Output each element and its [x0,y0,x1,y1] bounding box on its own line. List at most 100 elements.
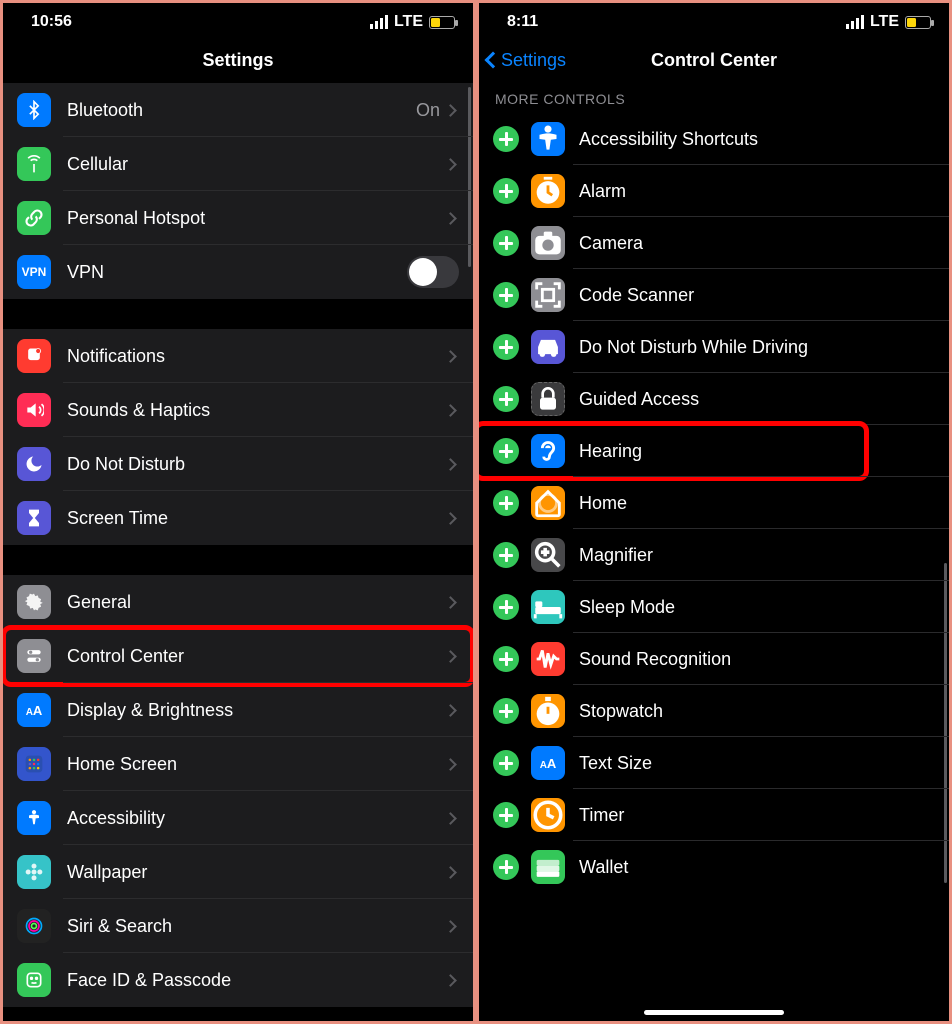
row-label: Notifications [67,346,446,367]
add-button[interactable] [493,854,519,880]
row-label: Home Screen [67,754,446,775]
back-button[interactable]: Settings [487,37,566,83]
add-button[interactable] [493,386,519,412]
row-label: Do Not Disturb [67,454,446,475]
wallpaper-icon [17,855,51,889]
row-label: Siri & Search [67,916,446,937]
control-label: Do Not Disturb While Driving [579,337,808,358]
accessibility-icon [17,801,51,835]
battery-icon [429,16,455,29]
control-label: Home [579,493,627,514]
settings-row-screentime[interactable]: Screen Time [3,491,473,545]
control-label: Camera [579,233,643,254]
home-indicator[interactable] [644,1010,784,1015]
sleep-mode-icon [531,590,565,624]
status-right: LTE [370,13,455,31]
settings-row-sounds[interactable]: Sounds & Haptics [3,383,473,437]
settings-row-hotspot[interactable]: Personal Hotspot [3,191,473,245]
chevron-right-icon [444,650,457,663]
code-scanner-icon [531,278,565,312]
add-button[interactable] [493,802,519,828]
page-title: Settings [202,50,273,71]
row-label: Face ID & Passcode [67,970,446,991]
timer-icon [531,798,565,832]
chevron-right-icon [444,458,457,471]
settings-row-cellular[interactable]: Cellular [3,137,473,191]
add-button[interactable] [493,230,519,256]
control-label: Accessibility Shortcuts [579,129,758,150]
control-label: Hearing [579,441,642,462]
homescreen-icon [17,747,51,781]
battery-icon [905,16,931,29]
vpn-toggle[interactable] [407,256,459,288]
settings-row-bluetooth[interactable]: BluetoothOn [3,83,473,137]
chevron-right-icon [444,974,457,987]
chevron-right-icon [444,104,457,117]
chevron-right-icon [444,512,457,525]
hotspot-icon [17,201,51,235]
status-bar: 8:11 LTE [479,3,949,37]
chevron-right-icon [444,812,457,825]
chevron-left-icon [485,52,502,69]
siri-icon [17,909,51,943]
chevron-right-icon [444,596,457,609]
add-button[interactable] [493,490,519,516]
control-label: Timer [579,805,624,826]
add-button[interactable] [493,438,519,464]
settings-row-display[interactable]: AADisplay & Brightness [3,683,473,737]
add-button[interactable] [493,178,519,204]
add-button[interactable] [493,334,519,360]
control-row-camera: Camera [479,217,949,269]
guided-access-icon [531,382,565,416]
settings-row-wallpaper[interactable]: Wallpaper [3,845,473,899]
settings-row-notifications[interactable]: Notifications [3,329,473,383]
settings-row-faceid[interactable]: Face ID & Passcode [3,953,473,1007]
add-button[interactable] [493,698,519,724]
settings-list[interactable]: BluetoothOnCellularPersonal HotspotVPNVP… [3,83,473,1011]
network-label: LTE [394,13,423,31]
controlcenter-icon [17,639,51,673]
settings-row-accessibility[interactable]: Accessibility [3,791,473,845]
chevron-right-icon [444,350,457,363]
settings-row-vpn[interactable]: VPN VPN [3,245,473,299]
control-row-sleep-mode: Sleep Mode [479,581,949,633]
back-label: Settings [501,50,566,71]
settings-row-controlcenter[interactable]: Control Center [3,629,473,683]
add-button[interactable] [493,282,519,308]
stopwatch-icon [531,694,565,728]
row-label: Screen Time [67,508,446,529]
control-label: Text Size [579,753,652,774]
control-label: Guided Access [579,389,699,410]
vpn-icon: VPN [17,255,51,289]
settings-row-dnd[interactable]: Do Not Disturb [3,437,473,491]
section-header: MORE CONTROLS [479,83,949,113]
settings-row-siri[interactable]: Siri & Search [3,899,473,953]
nav-header: Settings [3,37,473,83]
magnifier-icon [531,538,565,572]
add-button[interactable] [493,126,519,152]
control-row-code-scanner: Code Scanner [479,269,949,321]
add-button[interactable] [493,646,519,672]
add-button[interactable] [493,542,519,568]
settings-row-homescreen[interactable]: Home Screen [3,737,473,791]
controls-list[interactable]: MORE CONTROLS Accessibility Shortcuts Ala… [479,83,949,1011]
settings-row-general[interactable]: General [3,575,473,629]
sounds-icon [17,393,51,427]
screentime-icon [17,501,51,535]
hearing-icon [531,434,565,468]
add-button[interactable] [493,594,519,620]
control-row-wallet: Wallet [479,841,949,893]
alarm-icon [531,174,565,208]
camera-icon [531,226,565,260]
control-row-stopwatch: Stopwatch [479,685,949,737]
control-row-alarm: Alarm [479,165,949,217]
row-label: VPN [67,262,407,283]
chevron-right-icon [444,920,457,933]
row-label: Bluetooth [67,100,416,121]
add-button[interactable] [493,750,519,776]
faceid-icon [17,963,51,997]
signal-icon [846,15,864,29]
control-label: Magnifier [579,545,653,566]
signal-icon [370,15,388,29]
status-right: LTE [846,13,931,31]
